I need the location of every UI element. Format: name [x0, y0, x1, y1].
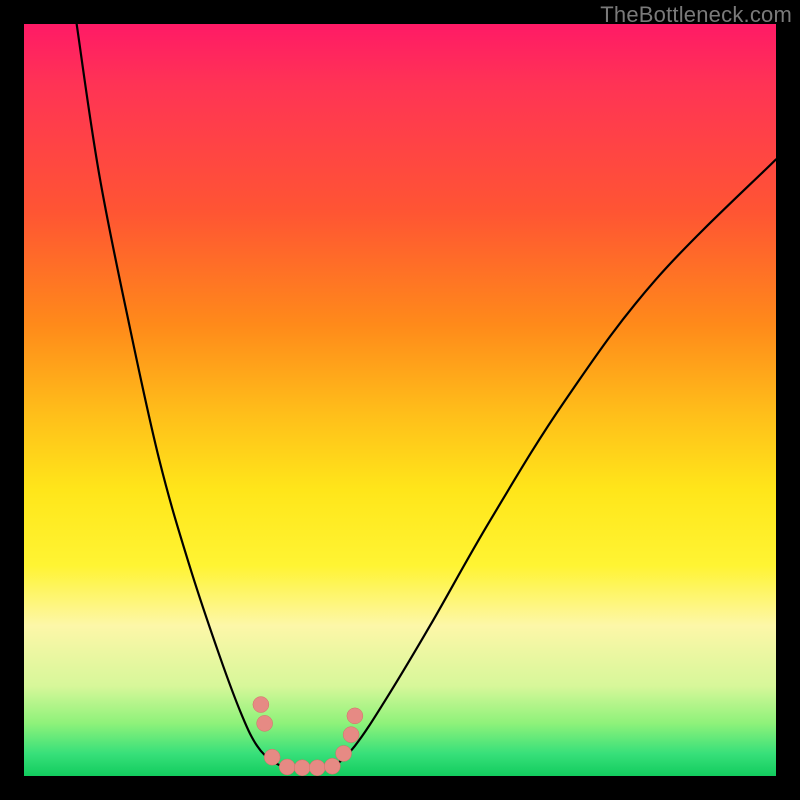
chart-svg	[24, 24, 776, 776]
plot-area	[24, 24, 776, 776]
marker-point	[336, 745, 352, 761]
marker-point	[343, 727, 359, 743]
left-curve	[77, 24, 288, 768]
marker-point	[324, 758, 340, 774]
marker-group	[253, 697, 363, 776]
marker-point	[279, 759, 295, 775]
marker-point	[347, 708, 363, 724]
right-curve	[332, 159, 776, 768]
marker-point	[309, 760, 325, 776]
marker-point	[253, 697, 269, 713]
marker-point	[264, 749, 280, 765]
outer-frame: TheBottleneck.com	[0, 0, 800, 800]
marker-point	[294, 760, 310, 776]
marker-point	[257, 715, 273, 731]
